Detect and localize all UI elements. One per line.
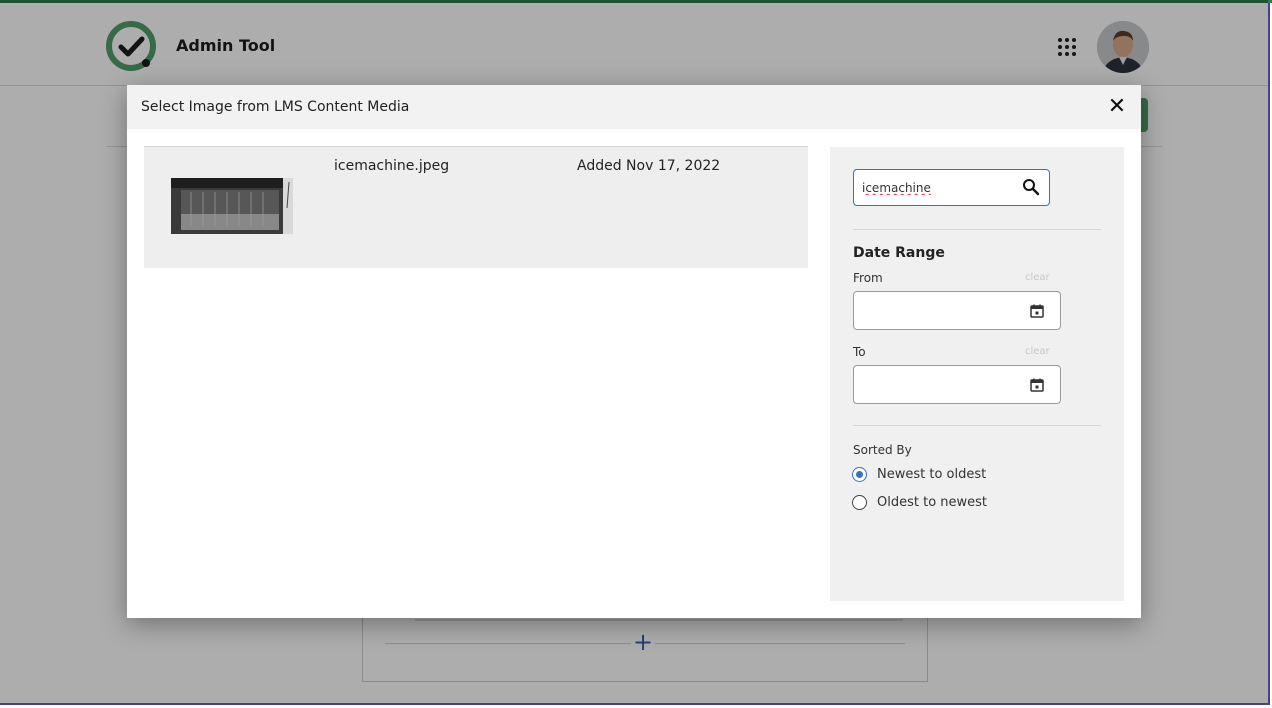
filter-divider [853,425,1101,426]
sorted-by-label: Sorted By [853,443,912,457]
sort-option-label: Newest to oldest [877,467,987,482]
select-image-dialog: Select Image from LMS Content Media ✕ ic… [127,85,1141,618]
media-filename: icemachine.jpeg [334,158,450,174]
from-label: From [853,271,883,285]
calendar-icon[interactable] [1029,303,1045,319]
search-input[interactable] [862,178,1012,198]
from-clear-link[interactable]: clear [1025,272,1050,283]
media-added-date: Added Nov 17, 2022 [577,158,721,174]
filter-divider [853,229,1101,230]
radio-button[interactable] [852,495,867,510]
close-icon[interactable]: ✕ [1105,94,1129,120]
from-date-input[interactable] [853,291,1061,330]
search-field[interactable] [853,169,1050,206]
to-clear-link[interactable]: clear [1025,346,1050,357]
radio-button-selected[interactable] [852,467,867,482]
media-list-item[interactable]: icemachine.jpeg Added Nov 17, 2022 [144,146,808,268]
dialog-header: Select Image from LMS Content Media ✕ [127,85,1141,129]
image-thumbnail [171,178,293,234]
date-range-title: Date Range [853,245,945,261]
filter-panel: Date Range From clear To clear Sor [830,147,1124,601]
dialog-title: Select Image from LMS Content Media [141,99,410,115]
calendar-icon[interactable] [1029,377,1045,393]
search-icon[interactable] [1022,178,1040,196]
to-date-input[interactable] [853,365,1061,404]
sort-option-label: Oldest to newest [877,495,988,510]
to-label: To [853,345,866,359]
icemachine-thumbnail-image [171,178,293,234]
